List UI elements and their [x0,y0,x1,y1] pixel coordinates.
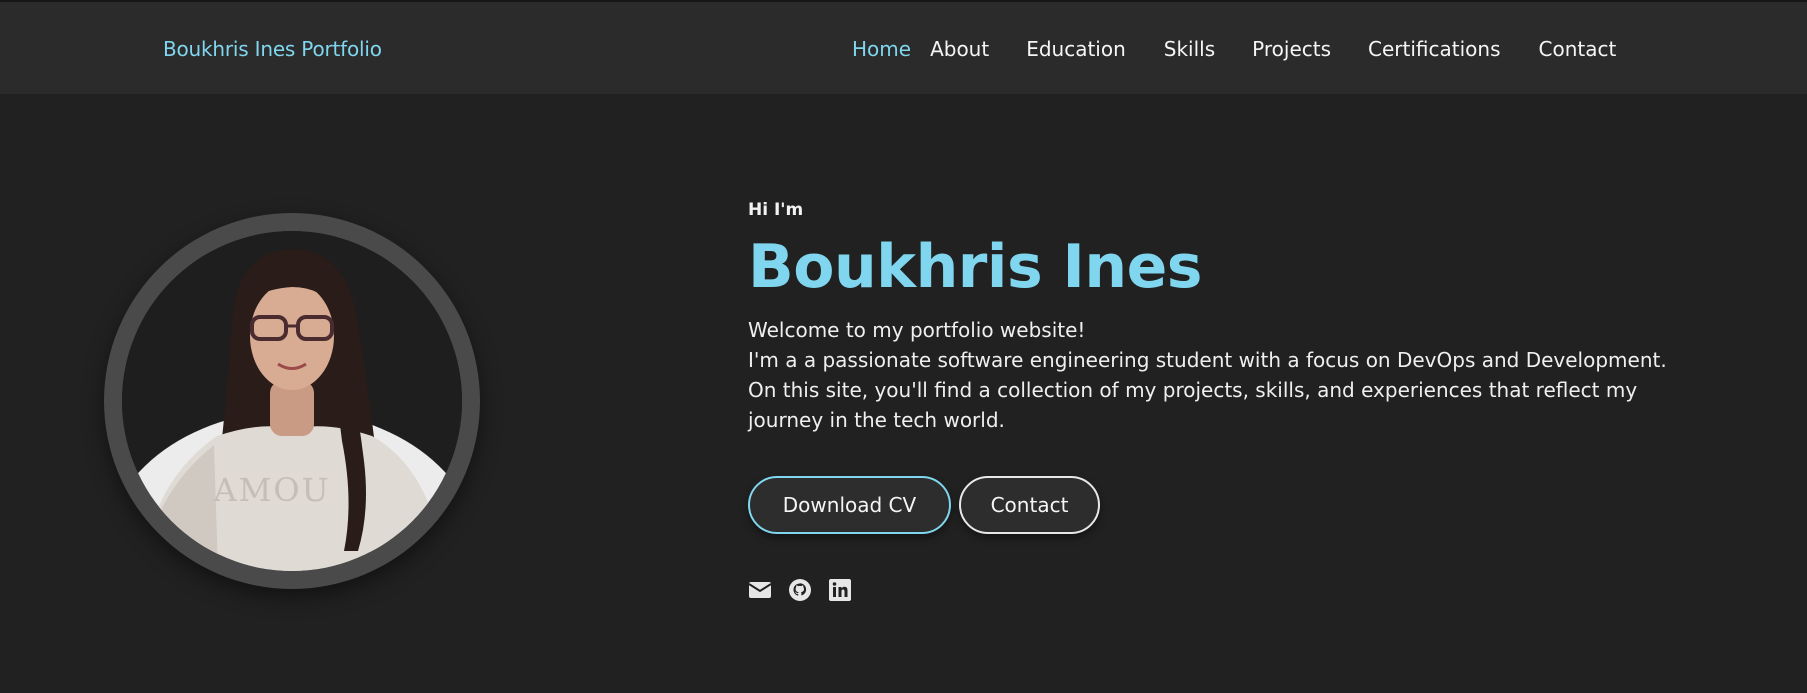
nav-education[interactable]: Education [1026,37,1126,61]
social-links [748,578,852,602]
profile-photo-illustration: AMOU [122,231,462,571]
envelope-icon[interactable] [748,578,772,602]
contact-button[interactable]: Contact [959,476,1100,534]
download-cv-button[interactable]: Download CV [748,476,951,534]
profile-photo: AMOU [122,231,462,571]
nav-certifications[interactable]: Certifications [1368,37,1500,61]
brand-logo-link[interactable]: Boukhris Ines Portfolio [163,37,382,61]
welcome-text: Welcome to my portfolio website! [748,318,1086,342]
nav-skills[interactable]: Skills [1164,37,1215,61]
hero-name: Boukhris Ines [748,232,1203,302]
intro-description: I'm a a passionate software engineering … [748,348,1667,432]
greeting-text: Hi I'm [748,200,804,220]
profile-photo-frame: AMOU [104,213,480,589]
linkedin-icon[interactable] [828,578,852,602]
nav-about[interactable]: About [930,37,989,61]
nav-home[interactable]: Home [852,37,911,61]
svg-text:AMOU: AMOU [212,471,330,509]
nav-contact[interactable]: Contact [1539,37,1617,61]
main-nav: Home About Education Skills Projects Cer… [852,37,1616,61]
github-icon[interactable] [788,578,812,602]
nav-projects[interactable]: Projects [1252,37,1331,61]
top-navbar: Boukhris Ines Portfolio Home About Educa… [0,0,1807,94]
